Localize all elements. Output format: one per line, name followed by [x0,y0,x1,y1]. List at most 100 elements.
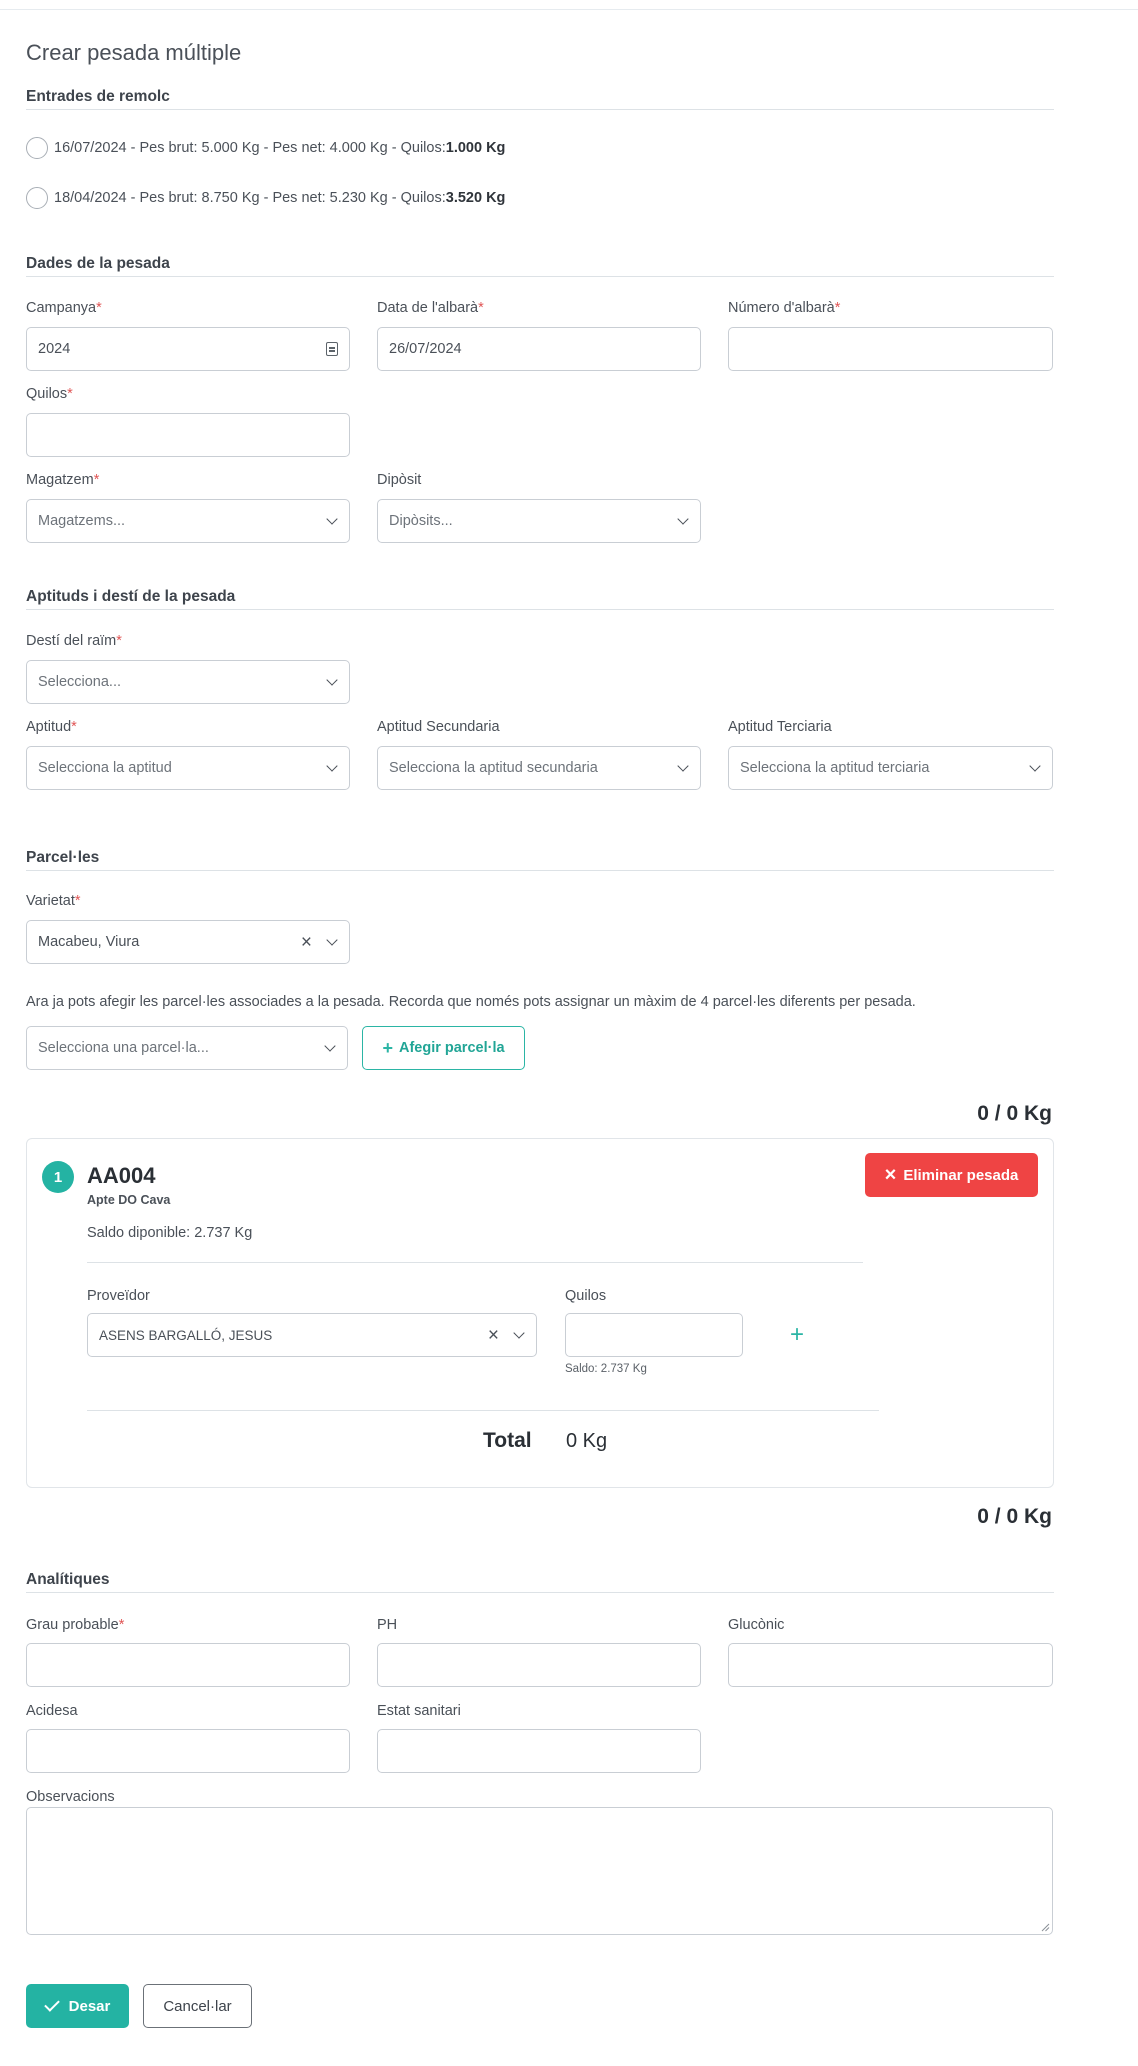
secondary-aptitude-select[interactable]: Selecciona la aptitud secundaria [377,746,701,790]
destination-label: Destí del raïm* [26,633,122,649]
chevron-down-icon[interactable] [324,1042,336,1054]
destination-select[interactable]: Selecciona... [26,660,350,704]
ph-input[interactable] [377,1643,701,1687]
save-label: Desar [68,1997,111,2015]
chevron-down-icon[interactable] [326,936,338,948]
health-input[interactable] [377,1729,701,1773]
parcels-total-bottom: 0 / 0 Kg [977,1505,1052,1528]
card-kilos-label: Quilos [565,1288,607,1304]
campaign-label-text: Campanya [26,300,97,316]
date-input[interactable]: 26/07/2024 [377,327,701,371]
provider-value: ASENS BARGALLÓ, JESUS [99,1327,273,1343]
add-parcel-button[interactable]: + Afegir parcel·la [362,1026,525,1070]
chevron-down-icon[interactable] [677,762,689,774]
tertiary-aptitude-label: Aptitud Terciaria [728,719,832,735]
resize-handle-icon[interactable] [1041,1923,1050,1932]
aptitude-select[interactable]: Selecciona la aptitud [26,746,350,790]
parcel-subtitle: Apte DO Cava [87,1193,171,1207]
tertiary-aptitude-select[interactable]: Selecciona la aptitud terciaria [728,746,1053,790]
radio-button[interactable] [26,137,48,159]
page: Crear pesada múltiple Entrades de remolc… [0,0,1138,2066]
delivery-number-label: Número d'albarà* [728,300,840,316]
warehouse-label: Magatzem* [26,472,99,488]
campaign-input[interactable]: 2024 [26,327,350,371]
ph-label: PH [377,1617,398,1633]
date-label-text: Data de l'albarà [377,300,479,316]
trailer-entry-1[interactable]: 16/07/2024 - Pes brut: 5.000 Kg - Pes ne… [26,137,505,159]
cancel-button[interactable]: Cancel·lar [143,1984,252,2028]
parcels-section-title: Parcel·les [26,849,100,866]
grade-label-text: Grau probable [26,1617,119,1633]
parcel-card: 1 AA004 Apte DO Cava Saldo diponible: 2.… [26,1138,1054,1488]
deposit-placeholder: Dipòsits... [389,513,453,529]
health-label: Estat sanitari [377,1703,461,1719]
page-title: Crear pesada múltiple [26,40,242,65]
chevron-down-icon[interactable] [513,1329,525,1341]
section-divider [26,870,1054,871]
delete-weighing-button[interactable]: × Eliminar pesada [865,1153,1038,1197]
parcel-placeholder: Selecciona una parcel·la... [38,1040,209,1056]
radio-button[interactable] [26,187,48,209]
trailer-entry-text: 18/04/2024 - Pes brut: 8.750 Kg - Pes ne… [54,190,446,206]
trailer-entry-2[interactable]: 18/04/2024 - Pes brut: 8.750 Kg - Pes ne… [26,187,505,209]
top-divider [0,9,1138,10]
add-provider-icon[interactable]: + [790,1323,804,1347]
add-parcel-label: Afegir parcel·la [398,1040,505,1056]
clear-icon[interactable]: × [488,1326,499,1345]
section-divider [26,109,1054,110]
campaign-value: 2024 [38,341,71,357]
date-value: 26/07/2024 [389,341,462,357]
card-kilos-input[interactable] [565,1313,743,1357]
deposit-select[interactable]: Dipòsits... [377,499,701,543]
observations-textarea[interactable] [26,1807,1053,1935]
provider-label: Proveïdor [87,1288,150,1304]
variety-select[interactable]: Macabeu, Viura × [26,920,350,964]
provider-select[interactable]: ASENS BARGALLÓ, JESUS × [87,1313,537,1357]
card-divider [87,1410,879,1411]
parcels-total-top: 0 / 0 Kg [977,1102,1052,1125]
parcels-info-text: Ara ja pots afegir les parcel·les associ… [26,994,916,1010]
acidity-input[interactable] [26,1729,350,1773]
aptitudes-section-title: Aptituds i destí de la pesada [26,588,236,605]
parcel-index-badge: 1 [42,1161,74,1193]
required-mark: * [67,386,73,402]
parcel-balance: Saldo diponible: 2.737 Kg [87,1225,253,1241]
chevron-down-icon[interactable] [326,515,338,527]
destination-label-text: Destí del raïm [26,633,117,649]
warehouse-label-text: Magatzem [26,472,94,488]
warehouse-select[interactable]: Magatzems... [26,499,350,543]
chevron-down-icon[interactable] [326,676,338,688]
required-mark: * [71,719,77,735]
trailer-entry-text: 16/07/2024 - Pes brut: 5.000 Kg - Pes ne… [54,140,446,156]
save-button[interactable]: Desar [26,1984,129,2028]
kilos-label: Quilos* [26,386,73,402]
required-mark: * [74,893,81,909]
kilos-input[interactable] [26,413,350,457]
plus-icon: + [382,1038,393,1058]
gluconic-input[interactable] [728,1643,1053,1687]
delete-weighing-label: Eliminar pesada [903,1166,1019,1184]
chevron-down-icon[interactable] [1029,762,1041,774]
grade-label: Grau probable* [26,1617,124,1633]
card-total-label: Total [483,1429,532,1452]
parcel-select[interactable]: Selecciona una parcel·la... [26,1026,348,1070]
required-mark: * [93,472,100,488]
close-icon: × [884,1164,897,1186]
clear-icon[interactable]: × [301,933,312,952]
delivery-number-label-text: Número d'albarà [728,300,835,316]
kilos-label-text: Quilos [26,386,68,402]
grade-input[interactable] [26,1643,350,1687]
gluconic-label: Glucònic [728,1617,785,1633]
calendar-icon[interactable] [326,342,338,356]
chevron-down-icon[interactable] [677,515,689,527]
delivery-number-input[interactable] [728,327,1053,371]
section-divider [26,609,1054,610]
section-divider [26,1592,1054,1593]
date-label: Data de l'albarà* [377,300,484,316]
variety-value: Macabeu, Viura [38,934,140,950]
aptitude-label: Aptitud* [26,719,77,735]
card-divider [87,1262,863,1263]
chevron-down-icon[interactable] [326,762,338,774]
required-mark: * [118,1617,125,1633]
analytics-section-title: Analítiques [26,1571,110,1588]
